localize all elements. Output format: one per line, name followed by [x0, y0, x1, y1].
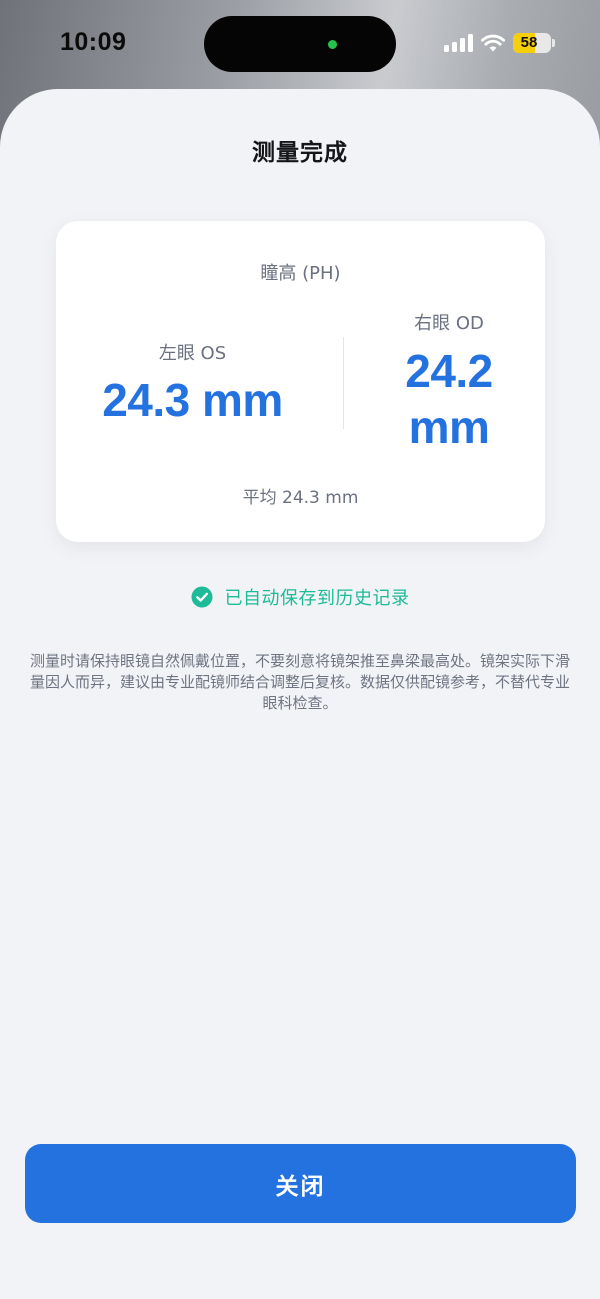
eye-divider	[343, 337, 344, 429]
average-value: 平均 24.3 mm	[242, 488, 359, 508]
saved-status: 已自动保存到历史记录	[0, 584, 600, 610]
battery-percent: 58	[520, 34, 538, 51]
wifi-icon	[481, 34, 505, 52]
status-time: 10:09	[60, 28, 127, 56]
left-eye-label: 左眼 OS	[158, 343, 227, 364]
right-eye-value: 24.2 mm	[405, 345, 493, 453]
sheet-title: 测量完成	[252, 140, 348, 166]
saved-status-text: 已自动保存到历史记录	[224, 588, 410, 609]
check-circle-icon	[191, 586, 212, 608]
camera-indicator-dot	[328, 40, 337, 49]
dynamic-island	[204, 16, 396, 72]
signal-bars-icon	[444, 34, 474, 52]
battery-icon: 58	[513, 33, 551, 53]
status-bar: 10:09 58	[0, 0, 600, 90]
left-eye-value: 24.3 mm	[102, 374, 283, 426]
right-eye-label: 右眼 OD	[414, 313, 484, 334]
measurement-card: 瞳高 (PH) 左眼 OS 24.3 mm 右眼 OD 24.2 mm 平均 2…	[56, 221, 545, 542]
result-sheet: 测量完成 瞳高 (PH) 左眼 OS 24.3 mm 右眼 OD 24.2 mm…	[0, 89, 600, 1299]
close-button[interactable]: 关闭	[25, 1144, 576, 1223]
disclaimer-text: 测量时请保持眼镜自然佩戴位置，不要刻意将镜架推至鼻梁最高处。镜架实际下滑量因人而…	[29, 652, 570, 712]
metric-label: 瞳高 (PH)	[260, 263, 341, 284]
battery-tip	[552, 39, 555, 47]
